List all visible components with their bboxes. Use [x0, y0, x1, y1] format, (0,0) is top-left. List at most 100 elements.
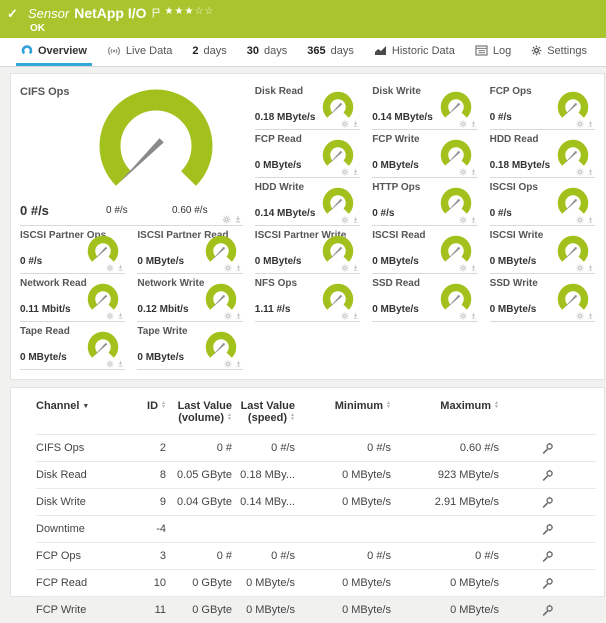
table-row[interactable]: FCP Read 10 0 GByte 0 MByte/s 0 MByte/s … [36, 570, 596, 597]
pin-icon[interactable] [470, 120, 477, 128]
pin-icon[interactable] [587, 168, 594, 176]
gauge-tile[interactable]: ISCSI Write 0 MByte/s [490, 226, 595, 274]
pin-icon[interactable] [587, 264, 594, 272]
channel-settings-icon[interactable] [541, 550, 554, 566]
gauge-tile[interactable]: HDD Write 0.14 MByte/s [255, 178, 360, 226]
pin-icon[interactable] [234, 215, 242, 224]
pin-icon[interactable] [117, 312, 124, 320]
gauge-tile[interactable]: Disk Read 0.18 MByte/s [255, 82, 360, 130]
pin-icon[interactable] [352, 312, 359, 320]
pin-icon[interactable] [470, 216, 477, 224]
gauge-settings-icon[interactable] [576, 312, 584, 320]
gauge-settings-icon[interactable] [576, 168, 584, 176]
gauge-settings-icon[interactable] [576, 216, 584, 224]
gauge-value: 0 MByte/s [255, 160, 302, 171]
pin-icon[interactable] [470, 168, 477, 176]
channel-settings-icon[interactable] [541, 604, 554, 620]
gauge-tile[interactable]: HDD Read 0.18 MByte/s [490, 130, 595, 178]
table-row[interactable]: Disk Read 8 0.05 GByte 0.18 MBy... 0 MBy… [36, 462, 596, 489]
pin-icon[interactable] [352, 168, 359, 176]
gauge-settings-icon[interactable] [341, 168, 349, 176]
gauge-settings-icon[interactable] [459, 264, 467, 272]
table-row[interactable]: Downtime -4 [36, 516, 596, 543]
channel-settings-icon[interactable] [541, 469, 554, 485]
gauge-settings-icon[interactable] [224, 264, 232, 272]
pin-icon[interactable] [235, 360, 242, 368]
gauge-settings-icon[interactable] [341, 264, 349, 272]
gauge-tile[interactable]: FCP Write 0 MByte/s [372, 130, 477, 178]
pin-icon[interactable] [470, 312, 477, 320]
col-id[interactable]: ID▲▼ [116, 400, 166, 435]
gauge-tile[interactable]: SSD Read 0 MByte/s [372, 274, 477, 322]
tab-settings[interactable]: Settings [526, 38, 592, 66]
pin-icon[interactable] [117, 264, 124, 272]
gauge-settings-icon[interactable] [576, 120, 584, 128]
tab-historic-data[interactable]: Historic Data [369, 38, 460, 66]
pin-icon[interactable] [235, 312, 242, 320]
pin-icon[interactable] [587, 312, 594, 320]
pin-icon[interactable] [117, 360, 124, 368]
table-row[interactable]: FCP Ops 3 0 # 0 #/s 0 #/s 0 #/s [36, 543, 596, 570]
gauge-tile[interactable]: HTTP Ops 0 #/s [372, 178, 477, 226]
channel-settings-icon[interactable] [541, 523, 554, 539]
col-minimum[interactable]: Minimum▲▼ [295, 400, 391, 435]
gauge-settings-icon[interactable] [106, 360, 114, 368]
priority-stars[interactable]: ★★★☆☆ [165, 6, 215, 17]
gauge-dial [556, 91, 590, 123]
gauge-tile[interactable]: SSD Write 0 MByte/s [490, 274, 595, 322]
col-maximum[interactable]: Maximum▲▼ [391, 400, 499, 435]
gauge-tile[interactable]: ISCSI Ops 0 #/s [490, 178, 595, 226]
gauge-tile[interactable]: ISCSI Read 0 MByte/s [372, 226, 477, 274]
gauge-tile[interactable]: ISCSI Partner Write 0 MByte/s [255, 226, 360, 274]
gauge-tile[interactable]: NFS Ops 1.11 #/s [255, 274, 360, 322]
channel-settings-icon[interactable] [541, 442, 554, 458]
pin-icon[interactable] [352, 216, 359, 224]
tab-live-data[interactable]: Live Data [102, 38, 177, 66]
tab-365-days[interactable]: 365days [302, 38, 359, 66]
pin-icon[interactable] [352, 120, 359, 128]
tab-overview[interactable]: Overview [16, 38, 92, 66]
table-row[interactable]: CIFS Ops 2 0 # 0 #/s 0 #/s 0.60 #/s [36, 435, 596, 462]
gauge-tile[interactable]: Tape Write 0 MByte/s [137, 322, 242, 370]
gauge-settings-icon[interactable] [459, 168, 467, 176]
gauge-settings-icon[interactable] [224, 360, 232, 368]
gauge-settings-icon[interactable] [576, 264, 584, 272]
gauge-settings-icon[interactable] [459, 216, 467, 224]
tab-30-days[interactable]: 30days [242, 38, 293, 66]
tab-log[interactable]: Log [470, 38, 516, 66]
channel-settings-icon[interactable] [541, 577, 554, 593]
pin-icon[interactable] [235, 264, 242, 272]
pin-icon[interactable] [470, 264, 477, 272]
pin-icon[interactable] [587, 216, 594, 224]
gauge-tile[interactable]: ISCSI Partner Read 0 MByte/s [137, 226, 242, 274]
gauge-tile[interactable]: Network Read 0.11 Mbit/s [20, 274, 125, 322]
gauge-tile-primary[interactable]: CIFS Ops 0 #/s 0.60 #/s 0 #/s [20, 82, 243, 226]
gauge-tile[interactable]: Network Write 0.12 Mbit/s [137, 274, 242, 322]
gauge-settings-icon[interactable] [106, 312, 114, 320]
gauge-tile[interactable]: FCP Read 0 MByte/s [255, 130, 360, 178]
col-last-value-speed[interactable]: Last Value (speed)▲▼ [232, 400, 295, 435]
col-channel[interactable]: Channel▼ [36, 400, 116, 435]
gauge-settings-icon[interactable] [459, 312, 467, 320]
gauge-settings-icon[interactable] [106, 264, 114, 272]
gauge-settings-icon[interactable] [459, 120, 467, 128]
pin-icon[interactable] [587, 120, 594, 128]
tab-2-days[interactable]: 2days [187, 38, 231, 66]
gauge-settings-icon[interactable] [222, 215, 231, 224]
pin-icon[interactable] [352, 264, 359, 272]
gauge-tile[interactable]: Disk Write 0.14 MByte/s [372, 82, 477, 130]
sort-desc-icon[interactable]: ▼ [82, 403, 89, 410]
gauge-settings-icon[interactable] [224, 312, 232, 320]
gauge-tile[interactable]: ISCSI Partner Ops 0 #/s [20, 226, 125, 274]
gauge-tile[interactable]: Tape Read 0 MByte/s [20, 322, 125, 370]
gauge-settings-icon[interactable] [341, 216, 349, 224]
gauge-settings-icon[interactable] [341, 312, 349, 320]
gauge-dial [439, 283, 473, 315]
gauge-settings-icon[interactable] [341, 120, 349, 128]
table-row[interactable]: Disk Write 9 0.04 GByte 0.14 MBy... 0 MB… [36, 489, 596, 516]
gauge-tile[interactable]: FCP Ops 0 #/s [490, 82, 595, 130]
gauge-dial [321, 187, 355, 219]
channel-settings-icon[interactable] [541, 496, 554, 512]
table-row[interactable]: FCP Write 11 0 GByte 0 MByte/s 0 MByte/s… [36, 597, 596, 623]
col-last-value-volume[interactable]: Last Value (volume)▲▼ [166, 400, 232, 435]
